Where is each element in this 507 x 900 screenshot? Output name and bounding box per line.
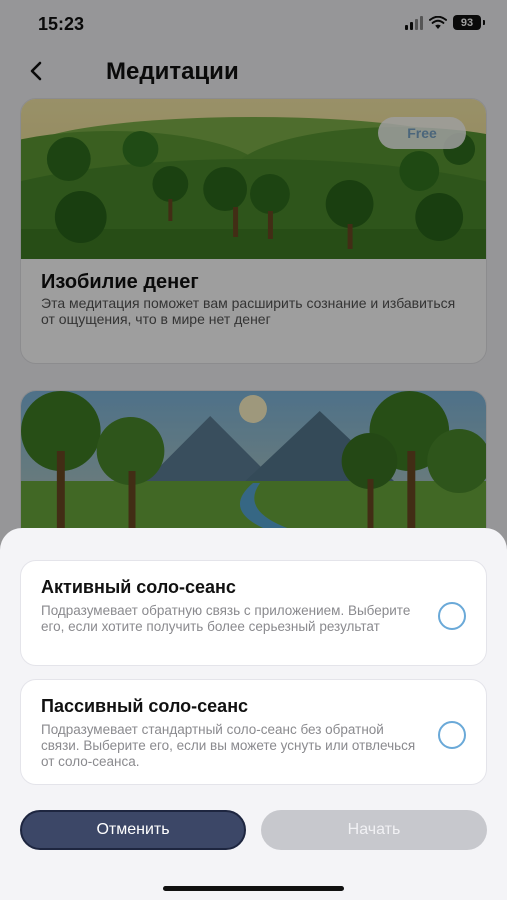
option-description: Подразумевает стандартный соло-сеанс без… — [41, 722, 416, 769]
passive-session-option[interactable]: Пассивный соло-сеанс Подразумевает станд… — [20, 679, 487, 785]
meditations-screen: 15:23 93 Медитации Free Изобилие денег Э… — [0, 0, 507, 900]
radio-button[interactable] — [438, 602, 466, 630]
start-button[interactable]: Начать — [261, 810, 487, 850]
option-title: Активный соло-сеанс — [41, 577, 236, 597]
radio-button[interactable] — [438, 721, 466, 749]
session-type-sheet: Активный соло-сеанс Подразумевает обратн… — [0, 528, 507, 900]
option-title: Пассивный соло-сеанс — [41, 696, 249, 716]
active-session-option[interactable]: Активный соло-сеанс Подразумевает обратн… — [20, 560, 487, 666]
option-description: Подразумевает обратную связь с приложени… — [41, 603, 411, 634]
cancel-button[interactable]: Отменить — [20, 810, 246, 850]
home-indicator — [163, 886, 344, 891]
